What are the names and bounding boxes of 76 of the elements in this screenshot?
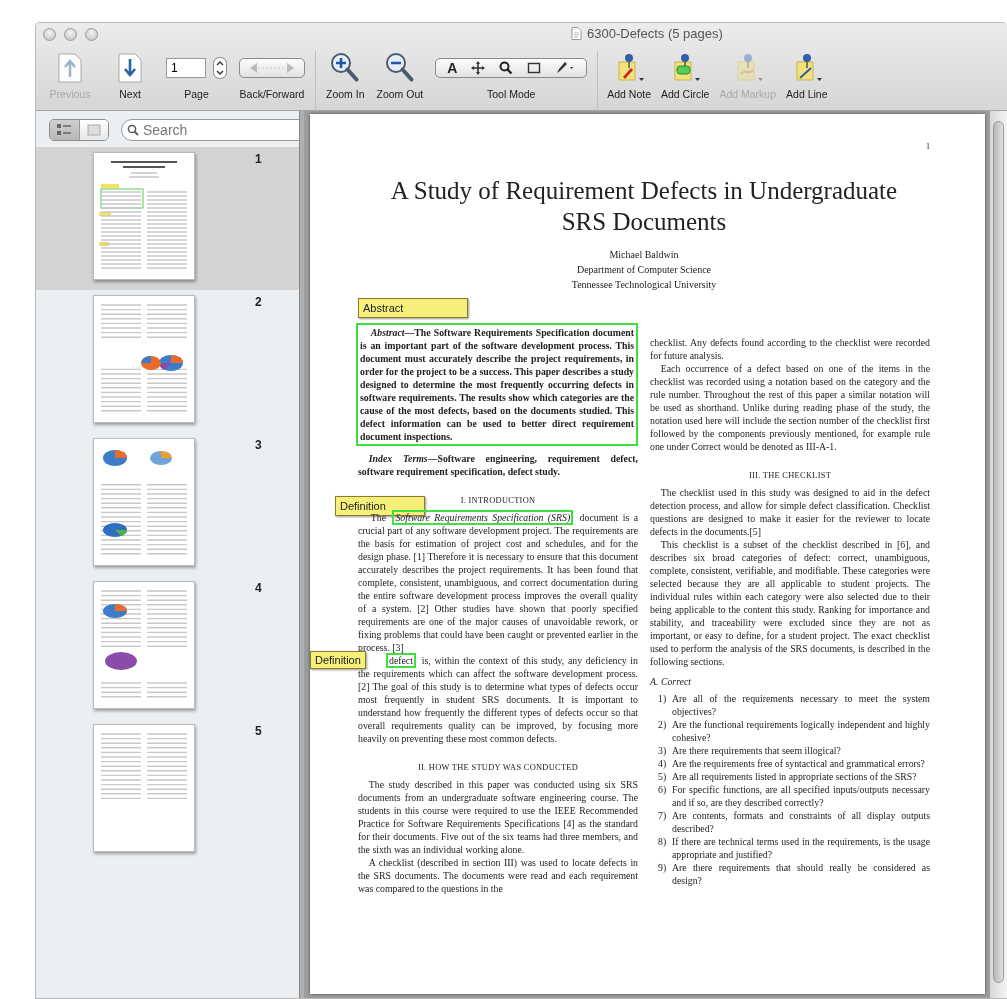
author-line: Department of Computer Science (575, 263, 713, 277)
checklist-question: If there are technical terms used in the requirements, is the usage appropriate and justified? (672, 835, 930, 861)
paragraph: A checklist (described in section III) was used to locate defects in the SRS documents. The documents were read and each requirement was compared to the questions in the (358, 856, 638, 895)
toolbar-label: Zoom Out (376, 88, 424, 100)
document-icon (571, 27, 582, 40)
paragraph: This checklist is a subset of the checklist described in [6], and describes six broad categories of defect: correct, unambiguous, complete, consistent, verifiable, and modifiable. These categories were selected because they are all applicable to student projects. The individual rules within each category were also selected due to their being applicable to the content this study. Ranking for importance and stability, and traceability were excluded since they are not as important, or easy to define, for a student project. The exact checklist used to perform the analysis of the SRS documents, is described in the following sections. (650, 538, 930, 668)
list-number: 7) (658, 809, 668, 823)
page-number-field[interactable]: 1 (166, 58, 206, 78)
section-heading: II. HOW THE STUDY WAS CONDUCTED (416, 762, 580, 774)
grid-view-icon (86, 124, 101, 136)
paper-title: A Study of Requirement Defects in Undergraduate SRS Documents (389, 176, 899, 237)
list-number: 8) (658, 835, 668, 849)
note-annotation[interactable]: Definition (310, 651, 366, 669)
page-thumbnail-row[interactable]: 3 (36, 433, 299, 576)
checklist-question: Are the requirements free of syntactical and grammatical errors? (672, 757, 925, 770)
checklist-question: For specific functions, are all specified inputs/outputs necessary and if so, are they described correctly? (672, 783, 930, 809)
toolbar-label: Back/Forward (239, 88, 305, 100)
back-forward-control[interactable] (239, 58, 305, 78)
toolbar-label: Add Line (786, 88, 828, 100)
page-number-label: 2 (255, 295, 262, 309)
move-icon[interactable] (471, 61, 486, 75)
page-number-label: 5 (255, 724, 262, 738)
tool-mode-control[interactable]: A (435, 58, 588, 78)
subsection-heading: A. Correct (650, 675, 692, 688)
paragraph: checklist. Any defects found according to the checklist were recorded for future analysis. (650, 336, 930, 362)
page-thumbnail-row[interactable]: 4 (36, 576, 299, 719)
section-heading: III. THE CHECKLIST (747, 470, 833, 482)
list-number: 1) (658, 692, 668, 706)
checklist-question: Are there requirements that should really be considered as design? (672, 861, 930, 887)
page-number-label: 1 (255, 152, 262, 166)
window-title: 6300-Defects (5 pages) (587, 26, 723, 41)
toolbar-label: Zoom In (326, 88, 365, 100)
pen-dropdown-icon[interactable] (555, 61, 576, 75)
zoom-out-icon[interactable] (384, 52, 415, 84)
toolbar-label: Add Circle (661, 88, 710, 100)
scrollbar[interactable] (990, 111, 1007, 998)
list-number: 6) (658, 783, 668, 797)
note-annotation[interactable]: Abstract (358, 298, 468, 318)
search-icon (127, 124, 139, 136)
page-thumbnail-row[interactable]: 2 (36, 290, 299, 433)
page-thumbnail-row[interactable]: 1 (36, 147, 299, 290)
grid-view-button[interactable] (78, 120, 108, 140)
author-line: Michael Baldwin (608, 248, 680, 262)
page-thumbnail-row[interactable]: 5 (36, 719, 299, 862)
magnifier-icon[interactable] (499, 61, 514, 75)
text-tool-button[interactable]: A (447, 60, 458, 76)
checklist-question: Are all requirements listed in appropriate sections of the SRS? (672, 770, 917, 783)
author-line: Tennessee Technological University (570, 278, 718, 292)
down-arrow-page-icon[interactable] (117, 53, 143, 83)
stepper-icon[interactable] (213, 57, 227, 79)
toolbar-label: Page (184, 88, 209, 100)
list-view-icon (56, 123, 73, 137)
toolbar-label: Next (119, 88, 141, 100)
list-number: 9) (658, 861, 668, 875)
page-number-label: 3 (255, 438, 262, 452)
paragraph: Each occurrence of a defect based on one of the items in the checklist was recorded using a notation based on the category and the rule number. Throughout the rest of this paper a similar notation will be used as shorthand. Unlike during reading phase of the study, the notation used here will include the section number of the checklist first followed by the components previously mentioned, for example rule one under Correct would be denoted as III-A-1. (650, 362, 930, 453)
list-view-button[interactable] (50, 120, 79, 140)
page-number-label: 4 (255, 581, 262, 595)
list-number: 5) (658, 770, 668, 783)
select-rectangle-icon[interactable] (527, 61, 542, 75)
toolbar-label: Add Note (607, 88, 651, 100)
paragraph: The study described in this paper was conducted using six SRS documents from an undergraduate software engineering course. The students in this course were required to use the IEEE Recommended Practice for Software Requirements Specifications [4] as the standard for their documents. Five out of the six teams had three members, and the sixth was an individual working alone. (358, 778, 638, 856)
toolbar-label: Tool Mode (486, 88, 536, 100)
list-number: 4) (658, 757, 668, 770)
index-terms: Index Terms—Software engineering, requirement defect, software requirement specification, defect study. (358, 452, 638, 478)
checklist-question: Are the functional requirements logically independent and highly cohesive? (672, 718, 930, 744)
page-number: 1 (926, 142, 930, 151)
list-number: 3) (658, 744, 668, 757)
list-number: 2) (658, 718, 668, 732)
zoom-in-icon[interactable] (330, 52, 361, 84)
checklist-question: Are there requirements that seem illogical? (672, 744, 841, 757)
abstract-paragraph: Abstract—The Software Requirements Specification document is an important part of the software development process. This document must accurately describe the project requirements, in order for the project to be a success. This paper describes a study designed to determine the most frequently occurring defects in software requirements. The results show which categories are the cause of the most defects, based on the documents studied. This defect information can be used to better direct requirement document inspections. (356, 323, 638, 446)
checklist-question: Are contents, formats and constraints of all display outputs described? (672, 809, 930, 835)
paragraph: The checklist used in this study was designed to aid in the defect detection process, and allow for simple defect classification. Checklist questions are designed to make it easier for the reviewer to locate defects in the documents.[5] (650, 486, 930, 538)
search-field[interactable]: Search (121, 119, 299, 141)
checklist-question: Are all of the requirements necessary to meet the system objectives? (672, 692, 930, 718)
